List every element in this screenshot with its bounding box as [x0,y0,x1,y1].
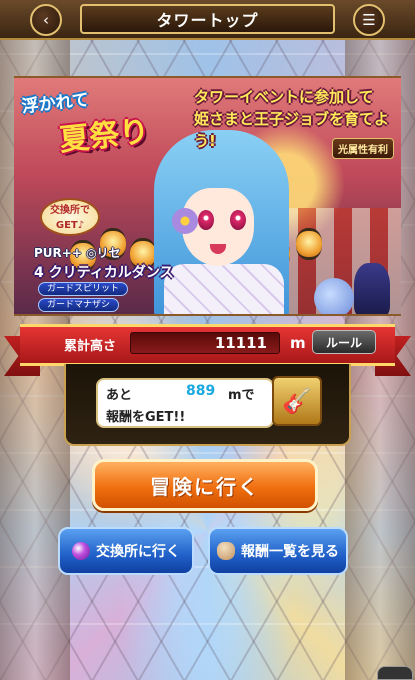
reward-skill-name: 4 クリティカルダンス [34,265,174,281]
header-bar: ‹ タワートップ ☰ [0,0,415,40]
height-unit: m [290,334,306,352]
page-title: タワートップ [80,4,335,34]
guitar-icon: 🎸 [282,387,312,415]
character-eye [230,210,246,230]
reward-list-button-label: 報酬一覧を見る [241,544,339,560]
next-reward-panel: あと 889 mで 報酬をGET!! 🎸 [64,364,351,446]
bird-mascot [314,278,354,314]
reward-prefix: あと [106,388,133,403]
menu-button[interactable]: ☰ [353,4,385,36]
attribute-badge: 光属性有利 [332,138,394,159]
character-kimono [164,264,284,314]
menu-icon: ☰ [362,11,376,29]
lantern-icon [296,228,322,260]
exchange-button-label: 交換所に行く [96,544,180,560]
event-line-1: タワーイベントに参加して [194,88,374,106]
reward-message: 報酬をGET!! [106,410,186,425]
reward-bag-icon [217,542,235,560]
event-logo: 浮かれて 夏祭り [20,78,183,172]
remaining-height: 889 [186,383,216,399]
corner-tab-icon[interactable] [377,666,413,680]
reward-speech-bubble: あと 889 mで 報酬をGET!! [96,378,284,428]
back-button[interactable]: ‹ [30,4,62,36]
exchange-button[interactable]: 交換所に行く [58,527,194,575]
reward-list-button[interactable]: 報酬一覧を見る [208,527,348,575]
hair-flower-icon [172,208,198,234]
exchange-get-label: 交換所で GET♪ [40,198,100,236]
event-banner[interactable]: 浮かれて 夏祭り タワーイベントに参加して 姫さまと王子ジョブを育てよう! 光属… [14,76,401,316]
adventure-button[interactable]: 冒険に行く [92,459,318,511]
rule-button[interactable]: ルール [312,330,376,354]
guitar-reward-icon[interactable]: 🎸 [272,376,322,426]
guard-item-1: ガードスピリット [38,282,129,296]
remaining-unit: mで [228,388,255,403]
height-label: 累計高さ [64,339,117,354]
crow-mascot [354,263,390,314]
height-value: 11111 [130,332,280,354]
guard-item-2: ガードマナザシ [38,298,120,312]
back-icon: ‹ [43,11,49,29]
character-eye [198,210,214,230]
orb-icon [72,542,90,560]
